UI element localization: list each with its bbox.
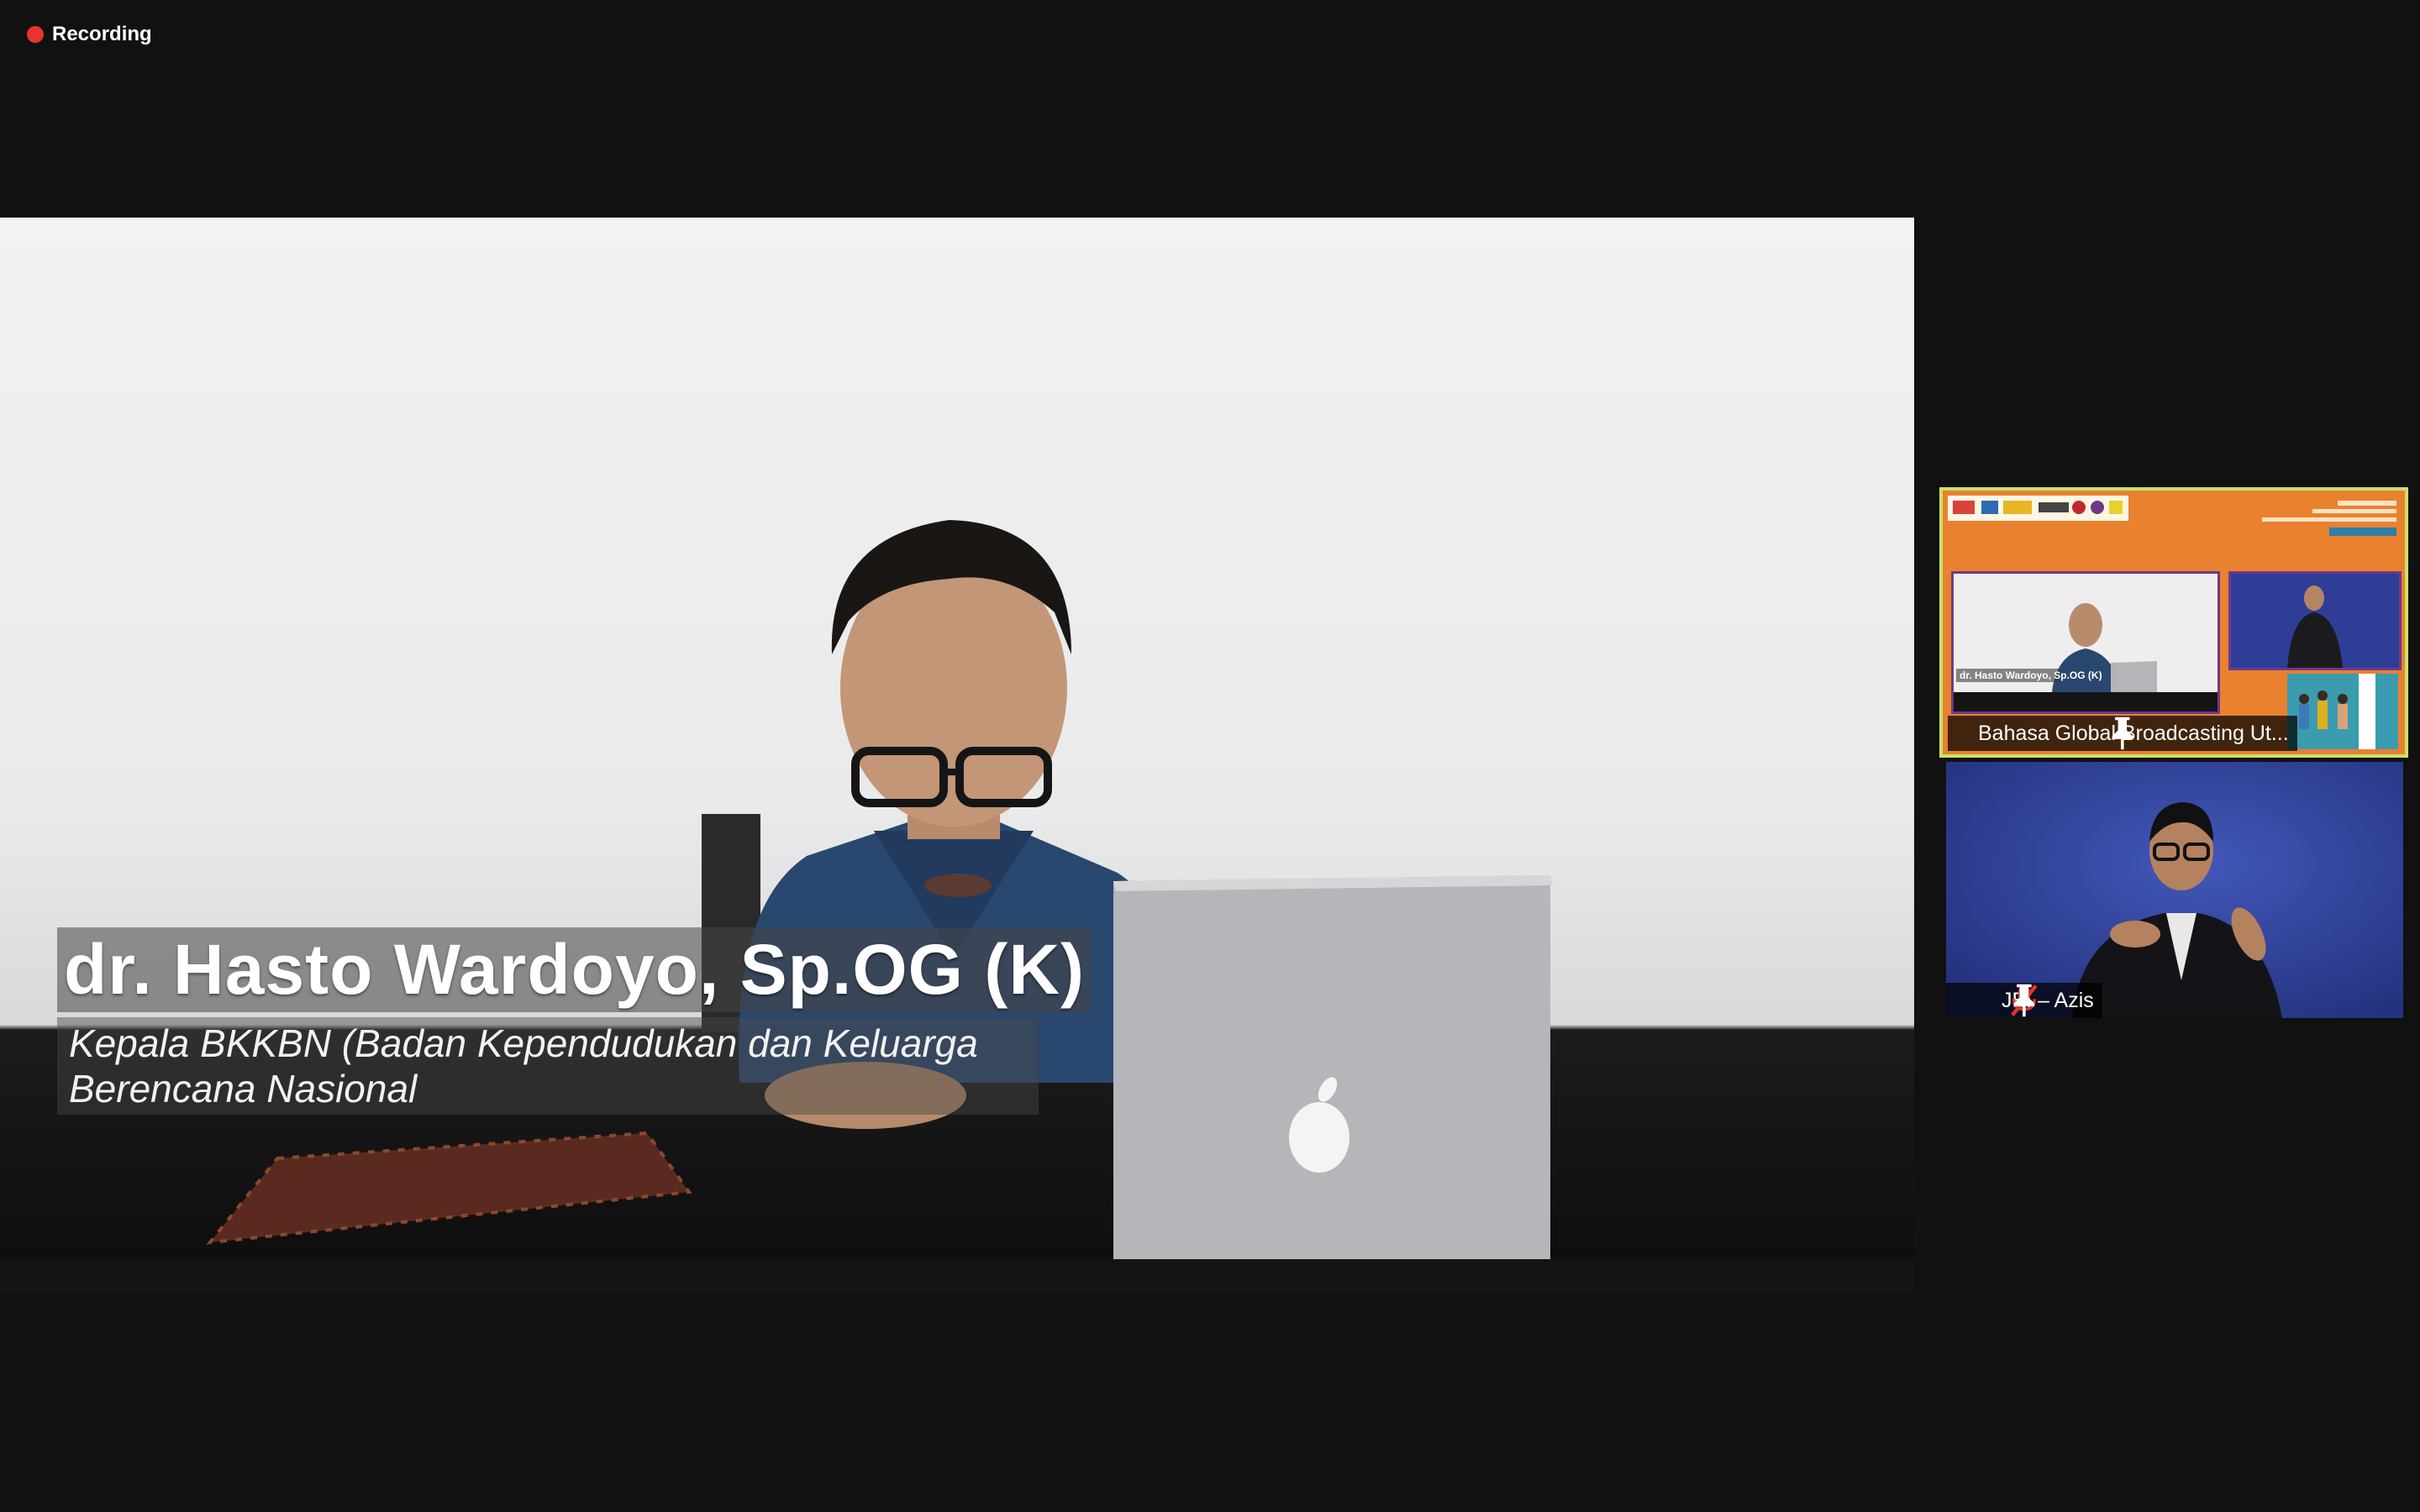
speaker-title: Kepala BKKBN (Badan Kependudukan dan Kel… [57,1017,1039,1115]
recording-indicator[interactable]: Recording [27,20,152,49]
participant-tile-interpreter[interactable]: JBI – Azis [1946,762,2403,1018]
participant-tile-broadcast[interactable]: dr. Hasto Wardoyo, Sp.OG (K) Bahasa Glob… [1939,487,2408,758]
speaker-name: dr. Hasto Wardoyo, Sp.OG (K) [57,927,1092,1012]
main-speaker-video[interactable]: dr. Hasto Wardoyo, Sp.OG (K) Kepala BKKB… [0,218,1914,1294]
pin-icon[interactable] [1976,984,2035,1017]
recording-label: Recording [52,23,152,45]
thumb-speaker-caption: dr. Hasto Wardoyo, Sp.OG (K) [1960,669,2102,681]
broadcast-video-frame: dr. Hasto Wardoyo, Sp.OG (K) [1943,491,2405,754]
pin-icon[interactable] [1953,717,2133,750]
speaker-title-line-1: Kepala BKKBN (Badan Kependudukan dan Kel… [69,1021,978,1065]
speaker-title-line-2: Berencana Nasional [69,1067,418,1110]
speaker-video-frame [0,520,1914,1294]
interpreter-video-frame [1946,762,2403,1018]
recording-dot-icon [27,26,44,43]
speaker-lower-third: dr. Hasto Wardoyo, Sp.OG (K) Kepala BKKB… [57,927,1092,1115]
participant-name-tag: Bahasa Global Broadcasting Ut... [1948,716,2297,751]
participant-name-tag: JBI – Azis [1946,983,2102,1018]
